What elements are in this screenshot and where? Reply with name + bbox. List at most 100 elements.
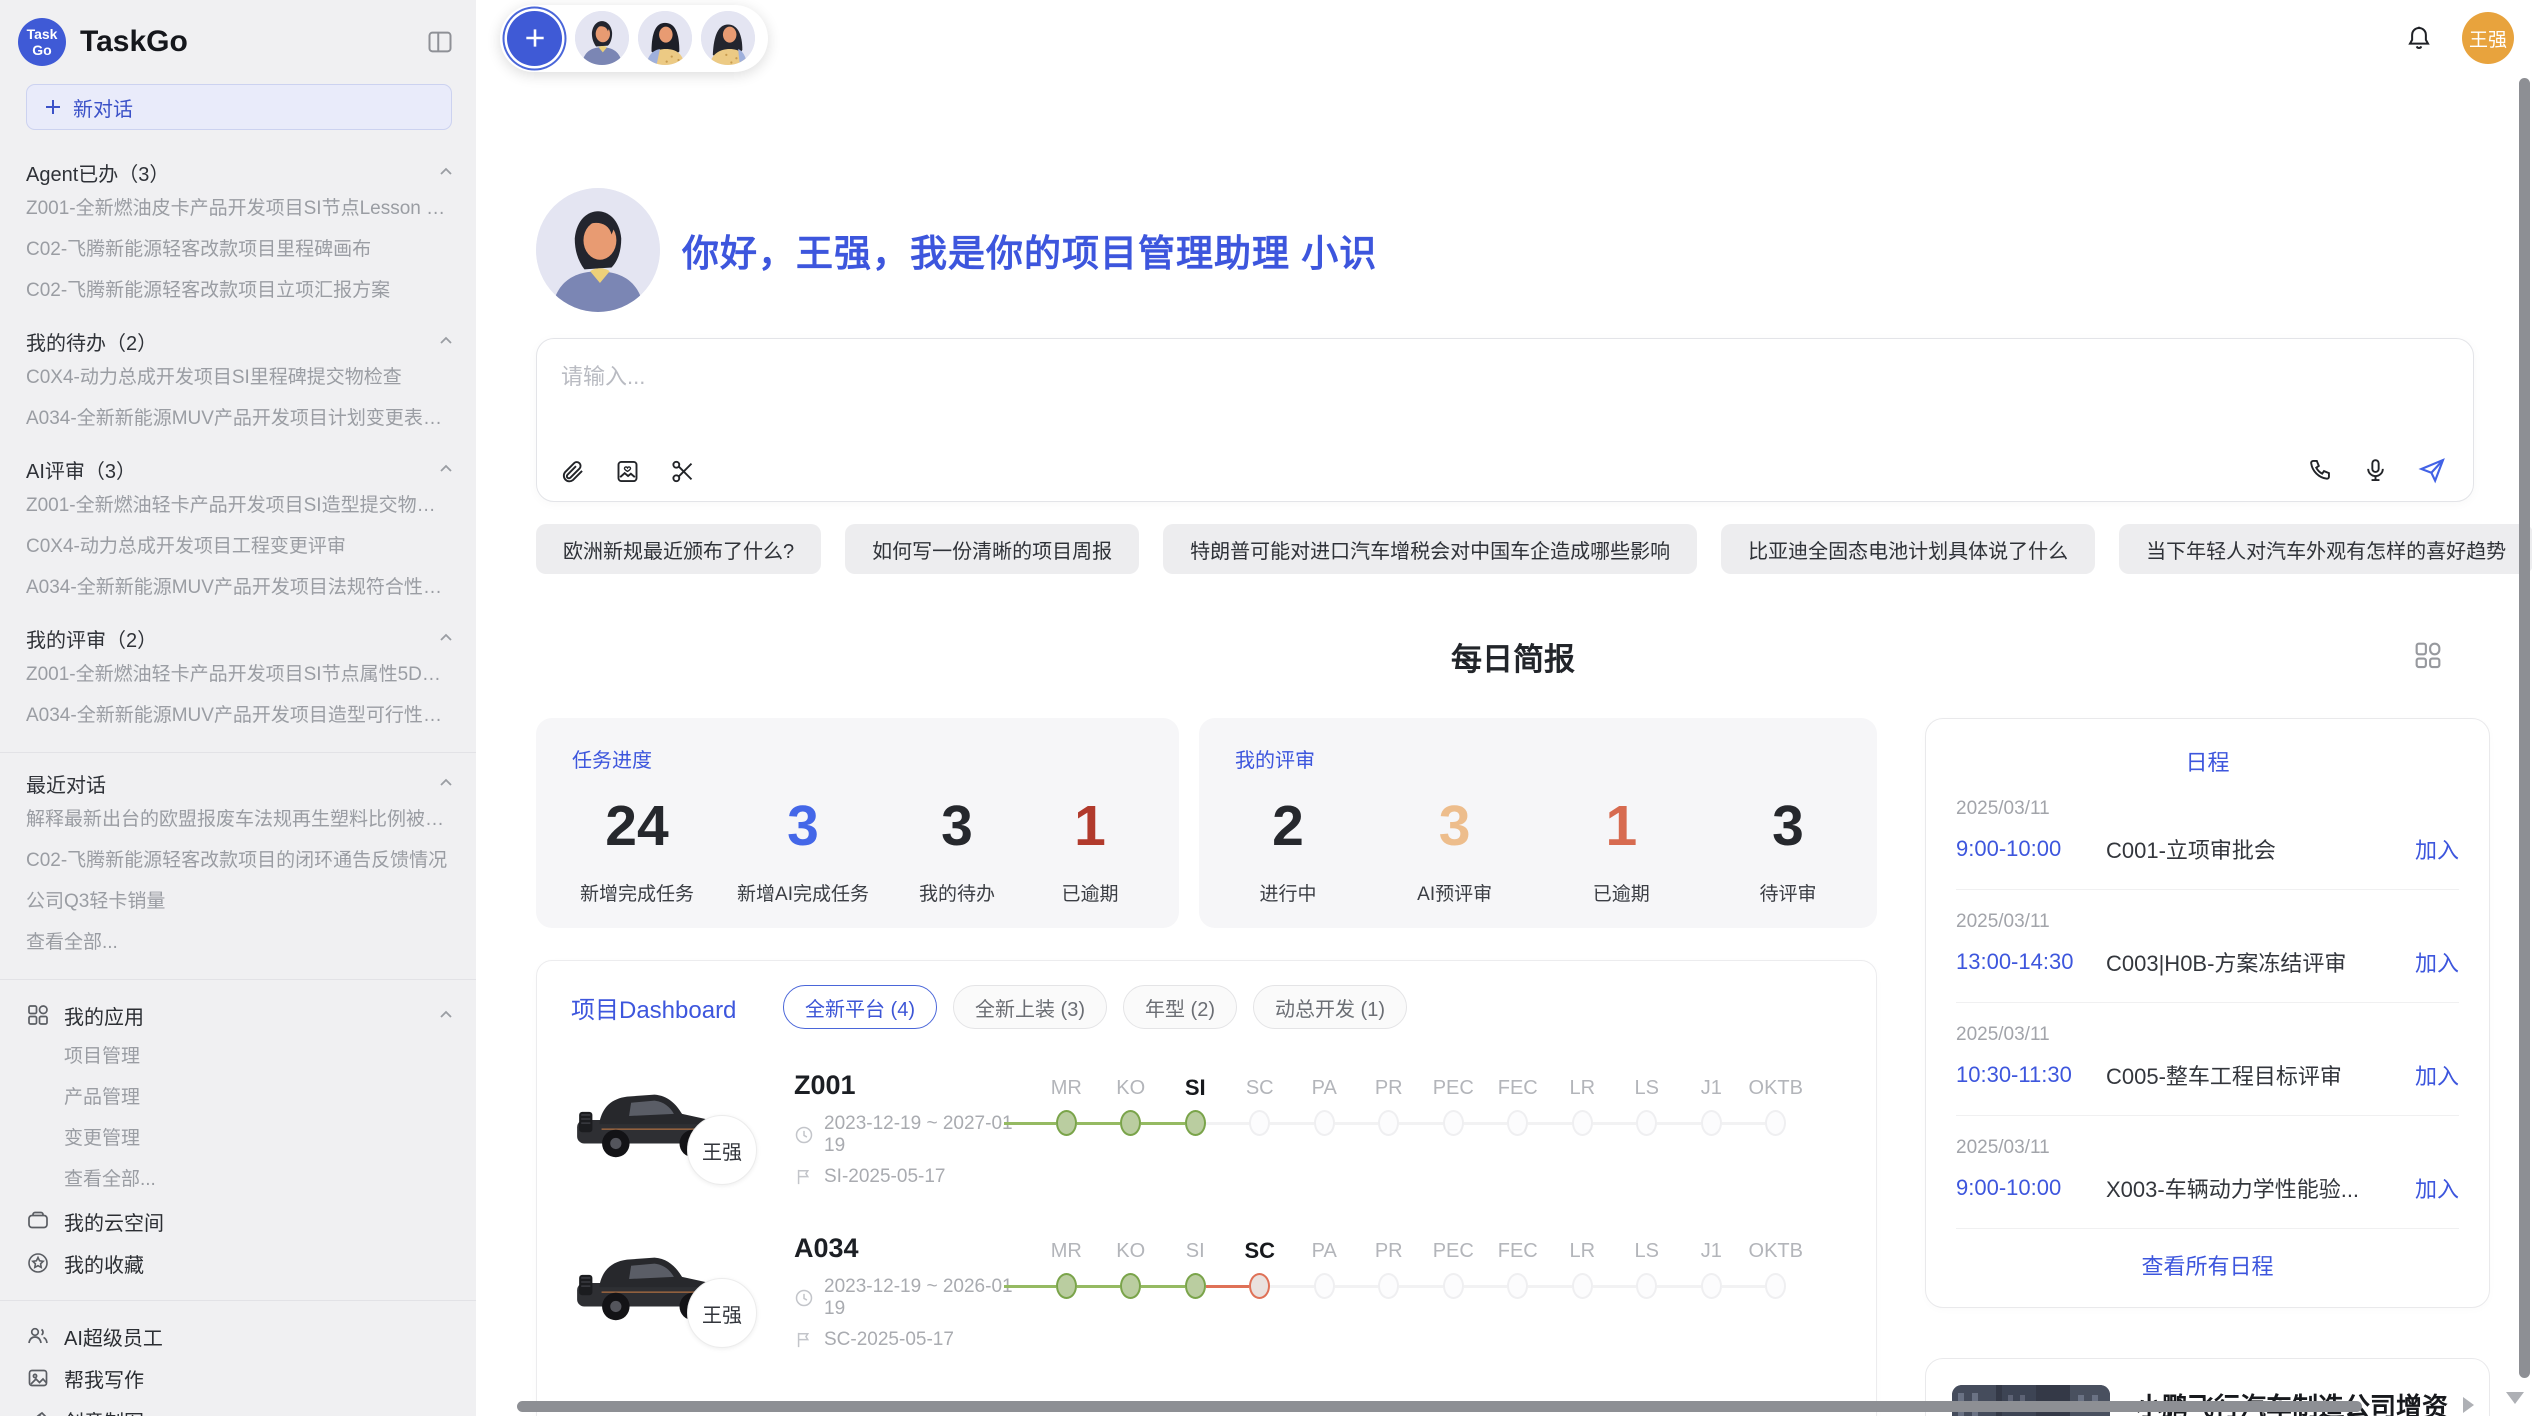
sidebar-item-label: 创意制图 (64, 1406, 144, 1416)
assistant-avatar[interactable] (638, 11, 692, 65)
conversation-item[interactable]: C0X4-动力总成开发项目SI里程碑提交物检查 (26, 357, 454, 398)
project-owner-badge: 王强 (687, 1278, 757, 1348)
conversation-item[interactable]: A034-全新新能源MUV产品开发项目法规符合性评审 (26, 567, 454, 608)
project-flag-milestone: SI-2025-05-17 (824, 1166, 945, 1188)
microphone-icon[interactable] (2362, 457, 2389, 484)
milestone-dot (1249, 1273, 1270, 1299)
milestone-si: SI (1163, 1073, 1228, 1188)
project-name: Z001 (794, 1070, 1032, 1101)
sidebar-item-creative-drawing[interactable]: 创意制图 (26, 1399, 454, 1416)
conversation-item[interactable]: C02-飞腾新能源轻客改款项目立项汇报方案 (26, 270, 454, 311)
user-avatar[interactable]: 王强 (2462, 12, 2514, 64)
sidebar-item-cloud-space[interactable]: 我的云空间 (26, 1200, 454, 1242)
conversation-item[interactable]: Z001-全新燃油轻卡产品开发项目SI造型提交物评审 (26, 485, 454, 526)
suggestion-chip[interactable]: 特朗普可能对进口汽车增税会对中国车企造成哪些影响 (1163, 524, 1697, 574)
chat-input[interactable] (561, 359, 2161, 429)
divider (0, 1300, 476, 1301)
conversation-item[interactable]: C0X4-动力总成开发项目工程变更评审 (26, 526, 454, 567)
recent-chat-item[interactable]: 公司Q3轻卡销量 (26, 881, 454, 922)
app-item-product-mgmt[interactable]: 产品管理 (26, 1077, 454, 1118)
schedule-item: 2025/03/11 9:00-10:00 X003-车辆动力学性能验... 加… (1956, 1116, 2459, 1228)
milestone-track: MRKOSISCPAPRPECFECLRLSJ1OKTB (1032, 1236, 1842, 1351)
section-title: 最近对话 (26, 769, 106, 798)
sidebar-item-label: 我的收藏 (64, 1249, 144, 1278)
section-title: 我的评审（2） (26, 624, 157, 653)
scissors-icon[interactable] (669, 458, 696, 485)
milestone-ko: KO (1099, 1073, 1164, 1188)
photo-icon (26, 1366, 50, 1390)
app-item-change-mgmt[interactable]: 变更管理 (26, 1118, 454, 1159)
join-link[interactable]: 加入 (2415, 946, 2459, 978)
paperclip-icon[interactable] (559, 458, 586, 485)
assistant-avatar[interactable] (701, 11, 755, 65)
stat-label: 待评审 (1759, 879, 1816, 906)
horizontal-scrollbar[interactable] (517, 1401, 2362, 1412)
image-icon[interactable] (614, 458, 641, 485)
assistant-avatar[interactable] (575, 11, 629, 65)
layout-grid-icon[interactable] (2411, 638, 2445, 672)
conversation-item[interactable]: Z001-全新燃油轻卡产品开发项目SI节点属性5D文件评审 (26, 654, 454, 695)
section-my-todo[interactable]: 我的待办（2） (26, 325, 454, 357)
milestone-dot (1056, 1110, 1077, 1136)
stat-label: 新增AI完成任务 (737, 879, 869, 906)
milestone-dot (1314, 1273, 1335, 1299)
section-my-review[interactable]: 我的评审（2） (26, 622, 454, 654)
tab-powertrain[interactable]: 动总开发 (1) (1253, 985, 1407, 1029)
section-agent-done[interactable]: Agent已办（3） (26, 156, 454, 188)
recent-chat-item[interactable]: 解释最新出台的欧盟报废车法规再生塑料比例被调至15%... (26, 799, 454, 840)
schedule-time: 10:30-11:30 (1956, 1062, 2106, 1088)
conversation-item[interactable]: A034-全新新能源MUV产品开发项目计划变更表编写 (26, 398, 454, 439)
phone-icon[interactable] (2307, 457, 2334, 484)
chevron-up-icon (438, 461, 454, 477)
suggestion-chip[interactable]: 如何写一份清晰的项目周报 (845, 524, 1139, 574)
tab-model-year[interactable]: 年型 (2) (1123, 985, 1237, 1029)
new-chat-button[interactable]: 新对话 (26, 84, 452, 130)
scroll-down-arrow[interactable] (2506, 1392, 2524, 1404)
conversation-item[interactable]: C02-飞腾新能源轻客改款项目里程碑画布 (26, 229, 454, 270)
sidebar-item-label: AI超级员工 (64, 1322, 163, 1351)
users-icon (26, 1324, 50, 1348)
view-all-apps-link[interactable]: 查看全部... (26, 1159, 454, 1200)
suggestion-chip[interactable]: 当下年轻人对汽车外观有怎样的喜好趋势 (2119, 524, 2532, 574)
milestone-dot (1701, 1110, 1722, 1136)
join-link[interactable]: 加入 (2415, 1172, 2459, 1204)
sidebar-item-my-apps[interactable]: 我的应用 (26, 994, 454, 1036)
sidebar-item-ai-super-staff[interactable]: AI超级员工 (26, 1315, 454, 1357)
briefing-right-column: 日程 2025/03/11 9:00-10:00 C001-立项审批会 加入 2… (1925, 718, 2490, 1416)
add-assistant-button[interactable] (507, 11, 562, 66)
view-all-schedule-link[interactable]: 查看所有日程 (1956, 1249, 2459, 1285)
scroll-right-arrow[interactable] (2463, 1397, 2474, 1413)
app-item-project-mgmt[interactable]: 项目管理 (26, 1036, 454, 1077)
suggestion-chip[interactable]: 欧洲新规最近颁布了什么? (536, 524, 821, 574)
suggestion-chip[interactable]: 比亚迪全固态电池计划具体说了什么 (1721, 524, 2095, 574)
milestone-mr: MR (1034, 1236, 1099, 1351)
sidebar-item-help-writing[interactable]: 帮我写作 (26, 1357, 454, 1399)
vertical-scrollbar[interactable] (2519, 78, 2530, 1378)
view-all-chats-link[interactable]: 查看全部... (26, 922, 454, 963)
stat-value: 1 (1074, 795, 1106, 857)
assistant-switcher (500, 5, 768, 72)
main-content: 你好，王强，我是你的项目管理助理 小识 (476, 188, 2532, 1416)
milestone-pr: PR (1357, 1073, 1422, 1188)
recent-chat-item[interactable]: C02-飞腾新能源轻客改款项目的闭环通告反馈情况 (26, 840, 454, 881)
milestone-track: MRKOSISCPAPRPECFECLRLSJ1OKTB (1032, 1073, 1842, 1188)
milestone-dot (1185, 1273, 1206, 1299)
milestone-ls: LS (1615, 1236, 1680, 1351)
send-icon[interactable] (2417, 455, 2447, 485)
section-recent-chats[interactable]: 最近对话 (26, 767, 454, 799)
sidebar-collapse-icon[interactable] (426, 28, 454, 56)
tab-new-platform[interactable]: 全新平台 (4) (783, 985, 937, 1029)
project-row[interactable]: 王强 A034 2023-12-19 ~ 2026-01-19 (571, 1232, 1842, 1351)
cloud-space-icon (26, 1209, 50, 1233)
join-link[interactable]: 加入 (2415, 833, 2459, 865)
bell-icon[interactable] (2404, 23, 2434, 53)
conversation-item[interactable]: Z001-全新燃油皮卡产品开发项目SI节点Lesson Learn报告 (26, 188, 454, 229)
chevron-up-icon (438, 775, 454, 791)
sidebar-item-favorites[interactable]: 我的收藏 (26, 1242, 454, 1284)
join-link[interactable]: 加入 (2415, 1059, 2459, 1091)
conversation-item[interactable]: A034-全新新能源MUV产品开发项目造型可行性评审 (26, 695, 454, 736)
milestone-dot (1507, 1110, 1528, 1136)
section-ai-review[interactable]: AI评审（3） (26, 453, 454, 485)
project-row[interactable]: 王强 Z001 2023-12-19 ~ 2027-01-19 (571, 1069, 1842, 1188)
tab-new-body[interactable]: 全新上装 (3) (953, 985, 1107, 1029)
